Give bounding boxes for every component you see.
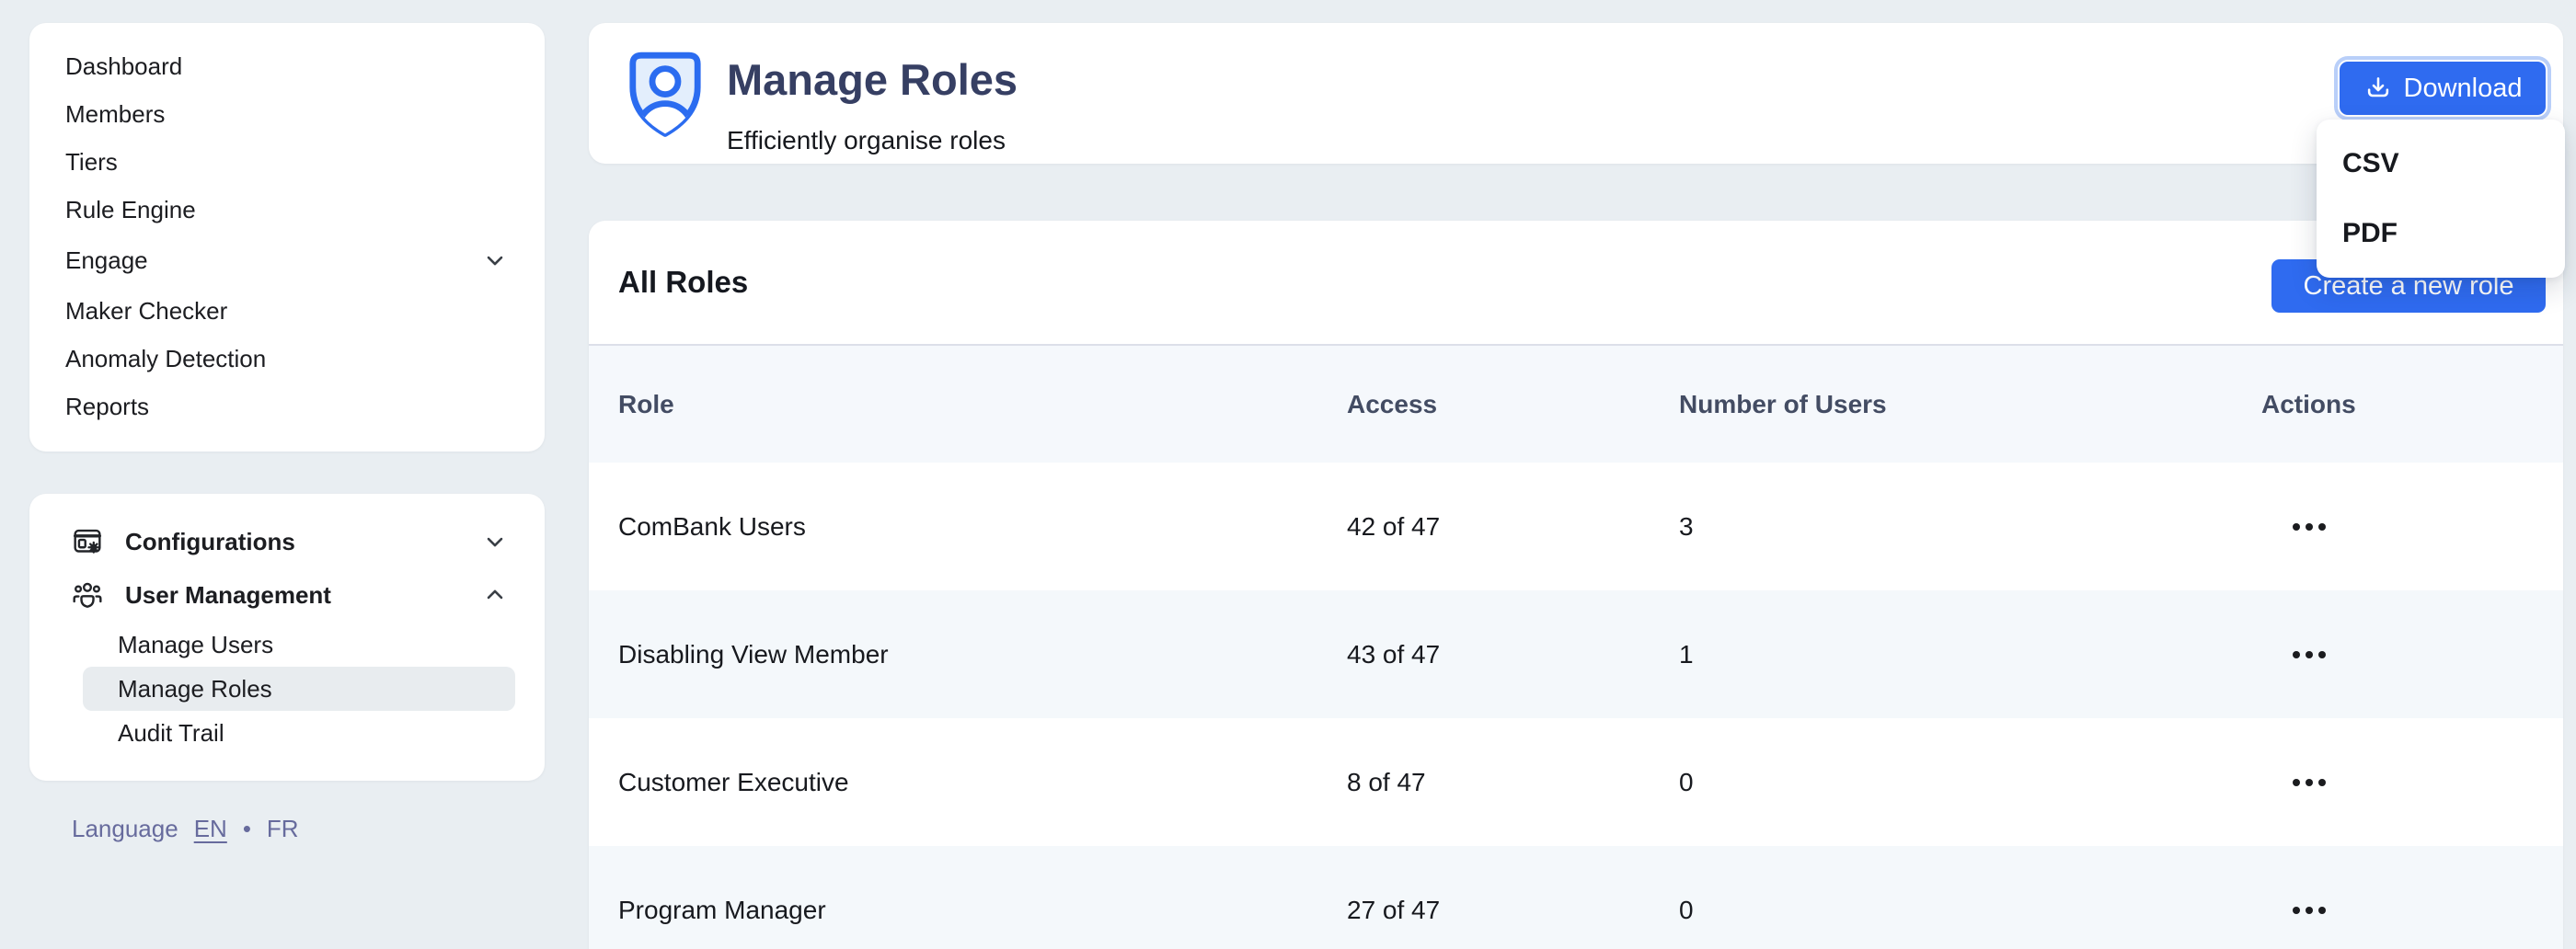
manage-roles-page: Dashboard Members Tiers Rule Engine Enga…: [0, 0, 2576, 949]
sidebar-item-configurations[interactable]: Configurations: [29, 516, 545, 567]
secondary-nav: Configurations User Management Manage Us…: [29, 494, 545, 781]
language-label: Language: [72, 815, 178, 842]
sidebar-item-reports[interactable]: Reports: [29, 383, 545, 430]
all-roles-section: All Roles Create a new role Role Access …: [589, 221, 2563, 949]
sidebar-item-manage-users[interactable]: Manage Users: [29, 623, 545, 667]
role-cell: Customer Executive: [618, 767, 849, 796]
sidebar-item-maker-checker[interactable]: Maker Checker: [29, 287, 545, 335]
access-cell: 8 of 47: [1347, 767, 1426, 796]
table-row: ComBank Users 42 of 47 3: [589, 463, 2563, 590]
sidebar-item-label: Tiers: [65, 147, 118, 176]
download-menu-item-csv[interactable]: CSV: [2317, 129, 2565, 199]
chevron-down-icon: [487, 537, 503, 547]
sidebar-item-label: Reports: [65, 392, 150, 420]
language-switcher: Language EN • FR: [72, 815, 299, 843]
menu-item-label: CSV: [2342, 148, 2399, 178]
shield-user-icon: [621, 47, 709, 143]
sidebar-item-engage[interactable]: Engage: [29, 236, 545, 284]
role-cell: Program Manager: [618, 895, 826, 924]
sidebar-item-label: User Management: [125, 580, 331, 609]
row-actions-menu-button[interactable]: [2261, 522, 2563, 531]
roles-table-body: ComBank Users 42 of 47 3 Disabling View …: [589, 463, 2563, 949]
sidebar-item-rule-engine[interactable]: Rule Engine: [29, 186, 545, 234]
sidebar-item-label: Dashboard: [65, 51, 183, 80]
column-header-number-of-users: Number of Users: [1679, 389, 1887, 418]
column-header-role: Role: [618, 389, 674, 418]
sidebar-item-label: Manage Users: [118, 630, 274, 658]
access-cell: 43 of 47: [1347, 639, 1441, 669]
download-menu: CSV PDF: [2317, 120, 2565, 278]
settings-window-icon: [73, 529, 102, 554]
people-group-icon: [73, 582, 102, 608]
download-icon: [2367, 77, 2388, 97]
table-row: Disabling View Member 43 of 47 1: [589, 590, 2563, 718]
sidebar-item-user-management[interactable]: User Management: [29, 567, 545, 623]
column-header-actions: Actions: [2261, 389, 2356, 418]
sidebar-item-anomaly-detection[interactable]: Anomaly Detection: [29, 335, 545, 383]
access-cell: 27 of 47: [1347, 895, 1441, 924]
access-cell: 42 of 47: [1347, 511, 1441, 541]
sidebar-item-label: Members: [65, 99, 166, 128]
language-option-fr[interactable]: FR: [267, 815, 299, 843]
sidebar-item-audit-trail[interactable]: Audit Trail: [29, 711, 545, 755]
role-cell: Disabling View Member: [618, 639, 889, 669]
primary-nav: Dashboard Members Tiers Rule Engine Enga…: [29, 23, 545, 452]
sidebar-item-tiers[interactable]: Tiers: [29, 138, 545, 186]
sidebar-item-label: Audit Trail: [118, 718, 224, 747]
sidebar-item-label: Anomaly Detection: [65, 344, 267, 372]
users-cell: 3: [1679, 511, 1694, 541]
row-actions-menu-button[interactable]: [2261, 906, 2563, 914]
sidebar-item-label: Rule Engine: [65, 195, 196, 223]
table-row: Customer Executive 8 of 47 0: [589, 718, 2563, 846]
roles-table-header: Role Access Number of Users Actions: [589, 344, 2563, 463]
download-menu-item-pdf[interactable]: PDF: [2317, 199, 2565, 269]
page-header: Manage Roles Efficiently organise roles …: [589, 23, 2563, 164]
page-subtitle: Efficiently organise roles: [727, 126, 1006, 154]
page-title: Manage Roles: [727, 55, 1018, 104]
section-title: All Roles: [618, 265, 749, 299]
chevron-down-icon: [487, 256, 503, 266]
language-option-en[interactable]: EN: [194, 815, 227, 843]
language-separator: •: [242, 815, 251, 842]
row-actions-menu-button[interactable]: [2261, 778, 2563, 786]
sidebar-item-label: Manage Roles: [118, 674, 272, 703]
download-button-label: Download: [2403, 73, 2523, 103]
row-actions-menu-button[interactable]: [2261, 650, 2563, 658]
sidebar-item-label: Maker Checker: [65, 296, 228, 325]
sidebar-item-label: Engage: [65, 246, 148, 274]
sidebar-item-label: Configurations: [125, 527, 295, 555]
table-row: Program Manager 27 of 47 0: [589, 846, 2563, 949]
sidebar-item-members[interactable]: Members: [29, 90, 545, 138]
chevron-up-icon: [487, 589, 503, 600]
menu-item-label: PDF: [2342, 218, 2398, 248]
sidebar-item-dashboard[interactable]: Dashboard: [29, 42, 545, 90]
role-cell: ComBank Users: [618, 511, 806, 541]
sidebar-item-manage-roles[interactable]: Manage Roles: [83, 667, 515, 711]
column-header-access: Access: [1347, 389, 1438, 418]
users-cell: 0: [1679, 767, 1694, 796]
users-cell: 1: [1679, 639, 1694, 669]
users-cell: 0: [1679, 895, 1694, 924]
download-button[interactable]: Download: [2340, 62, 2546, 115]
